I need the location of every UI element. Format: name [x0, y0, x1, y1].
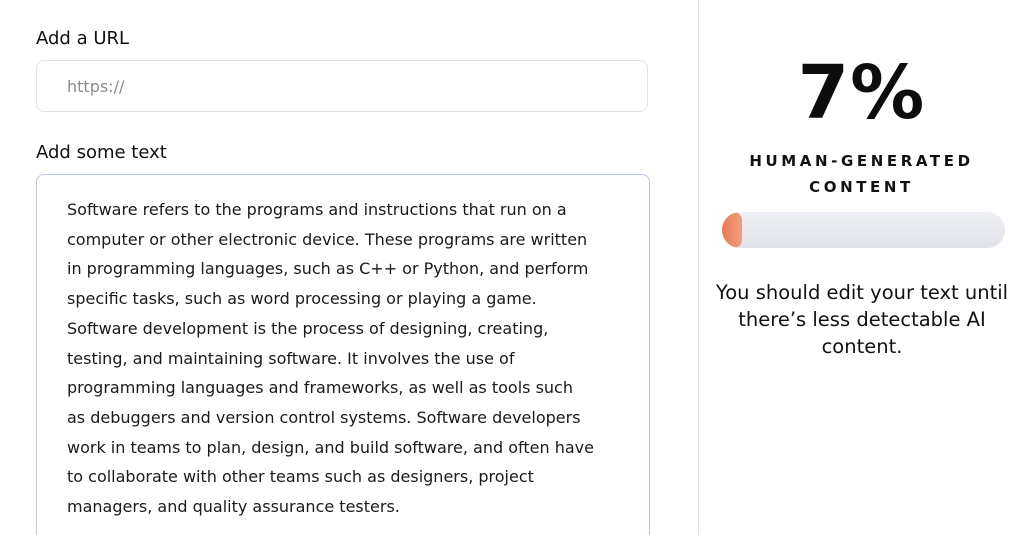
input-panel: Add a URL Add some text Software refers …	[0, 0, 698, 535]
url-input[interactable]	[36, 60, 648, 112]
score-caption-line1: HUMAN-GENERATED	[749, 152, 974, 170]
advice-text: You should edit your text until there’s …	[715, 281, 1009, 358]
score-caption-line2: CONTENT	[809, 178, 914, 196]
text-input[interactable]: Software refers to the programs and inst…	[36, 174, 650, 535]
score-percent: 7%	[797, 50, 926, 136]
url-label: Add a URL	[36, 28, 130, 49]
text-input-content[interactable]: Software refers to the programs and inst…	[67, 195, 619, 522]
result-panel: 7% HUMAN-GENERATED CONTENT You should ed…	[699, 0, 1024, 535]
score-progress-bar	[722, 212, 1005, 248]
page: Add a URL Add some text Software refers …	[0, 0, 1024, 535]
score-progress-fill	[722, 212, 742, 248]
text-label: Add some text	[36, 142, 167, 163]
